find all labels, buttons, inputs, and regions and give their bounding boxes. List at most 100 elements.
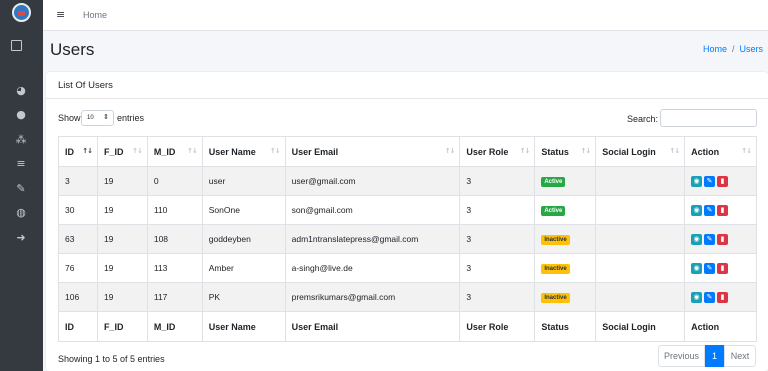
cell-mid: 113 (146, 253, 203, 283)
previous-button[interactable]: Previous (658, 345, 705, 367)
cell-id: 3 (58, 166, 98, 196)
sidebar: ◕ ● ⁂ ≡ ✎ ◍ ➜ (0, 0, 43, 371)
view-button[interactable]: ◉ (691, 204, 703, 216)
cell-mid: 117 (146, 282, 203, 312)
cell-social-login (595, 195, 686, 225)
footer-email: User Email (284, 311, 461, 342)
hamburger-menu-icon[interactable]: ≡ (56, 8, 65, 21)
cell-username: user (201, 166, 286, 196)
breadcrumb-current[interactable]: Users (739, 44, 763, 54)
cell-actions: ◉ ✎ ▮ (684, 166, 757, 196)
view-button[interactable]: ◉ (691, 291, 703, 303)
list-icon[interactable]: ≡ (14, 157, 28, 170)
cell-status: Active (534, 166, 597, 196)
col-header-label: F_ID (103, 146, 124, 157)
cell-username: PK (201, 282, 286, 312)
footer-role: User Role (459, 311, 536, 342)
cell-role: 3 (459, 224, 536, 254)
status-badge: Inactive (541, 293, 570, 303)
sort-icon: ↑↓ (519, 147, 531, 155)
table-row: 3 19 0 user user@gmail.com 3 Active ◉ ✎ ▮ (58, 166, 757, 196)
edit-button[interactable]: ✎ (704, 233, 716, 245)
select-caret-icon: ⇕ (103, 113, 109, 121)
cell-actions: ◉ ✎ ▮ (684, 195, 757, 225)
col-header-label: Social Login (602, 146, 656, 157)
delete-button[interactable]: ▮ (717, 233, 729, 245)
cell-email: user@gmail.com (284, 166, 461, 196)
col-header-mid[interactable]: M_ID ↑↓ (146, 136, 203, 167)
cell-role: 3 (459, 166, 536, 196)
next-button[interactable]: Next (724, 345, 756, 367)
footer-status: Status (534, 311, 597, 342)
cell-username: Amber (201, 253, 286, 283)
cell-email: a-singh@live.de (284, 253, 461, 283)
cell-fid: 19 (96, 166, 148, 196)
cell-actions: ◉ ✎ ▮ (684, 282, 757, 312)
col-header-label: M_ID (153, 146, 176, 157)
breadcrumb-home-link[interactable]: Home (703, 44, 727, 54)
col-header-label: User Name (208, 146, 256, 157)
table-row: 30 19 110 SonOne son@gmail.com 3 Active … (58, 195, 757, 225)
status-badge: Inactive (541, 235, 570, 245)
edit-button[interactable]: ✎ (704, 291, 716, 303)
breadcrumb: Home / Users (703, 44, 763, 54)
cell-id: 63 (58, 224, 98, 254)
nav-home-link[interactable]: Home (83, 10, 107, 20)
globe-icon[interactable]: ◍ (14, 206, 28, 219)
users-icon[interactable]: ⁂ (14, 133, 28, 146)
cell-social-login (595, 224, 686, 254)
delete-button[interactable]: ▮ (717, 175, 729, 187)
cell-id: 30 (58, 195, 98, 225)
col-header-label: Action (691, 146, 720, 157)
cell-email: premsrikumars@gmail.com (284, 282, 461, 312)
col-header-username[interactable]: User Name ↑↓ (201, 136, 286, 167)
sort-icon: ↑↓ (187, 147, 198, 155)
sort-icon: ↑↓ (580, 147, 591, 155)
sidebar-collapse-checkbox[interactable] (11, 40, 22, 51)
cell-role: 3 (459, 253, 536, 283)
cell-fid: 19 (96, 253, 148, 283)
cell-fid: 19 (96, 282, 148, 312)
sort-icon: ↑↓ (669, 147, 680, 155)
col-header-id[interactable]: ID ↑↓ (58, 136, 98, 167)
page-title: Users (50, 40, 95, 59)
view-button[interactable]: ◉ (691, 262, 703, 274)
view-button[interactable]: ◉ (691, 233, 703, 245)
cell-id: 76 (58, 253, 98, 283)
col-header-label: User Email (291, 146, 339, 157)
delete-button[interactable]: ▮ (717, 262, 729, 274)
top-navbar: ≡ Home (43, 0, 768, 31)
col-header-label: User Role (466, 146, 509, 157)
col-header-status[interactable]: Status ↑↓ (534, 136, 597, 167)
col-header-social-login[interactable]: Social Login ↑↓ (595, 136, 686, 167)
sort-icon: ↑↓ (132, 147, 143, 155)
delete-button[interactable]: ▮ (717, 204, 729, 216)
footer-fid: F_ID (96, 311, 148, 342)
delete-button[interactable]: ▮ (717, 291, 729, 303)
table-footer-row: ID F_ID M_ID User Name User Email User R… (58, 311, 757, 342)
cell-fid: 19 (96, 224, 148, 254)
col-header-fid[interactable]: F_ID ↑↓ (96, 136, 148, 167)
table-header-row: ID ↑↓ F_ID ↑↓ M_ID ↑↓ User Name ↑↓ User Emai… (58, 136, 757, 167)
breadcrumb-separator: / (731, 44, 735, 54)
user-icon[interactable]: ● (14, 108, 28, 121)
col-header-action[interactable]: Action ↑↓ (684, 136, 757, 167)
edit-button[interactable]: ✎ (704, 262, 716, 274)
search-input[interactable] (660, 109, 757, 127)
page-length-select[interactable]: 10 ⇕ (81, 110, 114, 126)
cell-role: 3 (459, 195, 536, 225)
col-header-email[interactable]: User Email ↑↓ (284, 136, 461, 167)
dashboard-icon[interactable]: ◕ (14, 84, 28, 97)
page-1-button[interactable]: 1 (705, 345, 724, 367)
card-title: List Of Users (58, 80, 113, 91)
col-header-role[interactable]: User Role ↑↓ (459, 136, 536, 167)
cell-status: Inactive (534, 253, 597, 283)
edit-button[interactable]: ✎ (704, 204, 716, 216)
table-row: 106 19 117 PK premsrikumars@gmail.com 3 … (58, 282, 757, 312)
view-button[interactable]: ◉ (691, 175, 703, 187)
col-header-label: Status (541, 146, 569, 157)
sign-out-icon[interactable]: ➜ (14, 231, 28, 244)
edit-button[interactable]: ✎ (704, 175, 716, 187)
brand-logo[interactable] (12, 3, 31, 22)
edit-icon[interactable]: ✎ (14, 182, 28, 195)
